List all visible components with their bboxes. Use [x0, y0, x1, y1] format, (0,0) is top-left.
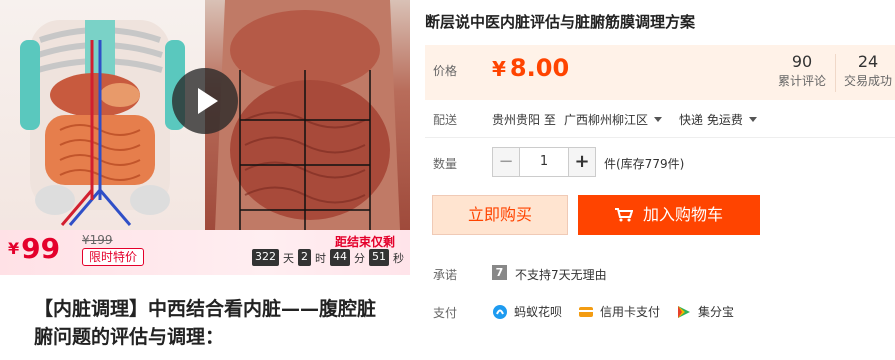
- price-label: 价格: [433, 64, 458, 78]
- countdown-minutes-unit: 分: [354, 251, 365, 265]
- countdown-seconds-unit: 秒: [393, 251, 404, 265]
- product-title: 断层说中医内脏评估与脏腑筋膜调理方案: [425, 13, 696, 31]
- reviews-count: 90: [791, 52, 813, 71]
- countdown-timer: 322 天 2 时 44 分 51 秒: [252, 249, 408, 266]
- shipping-method: 快递 免运费: [679, 113, 743, 127]
- description-line-1: 【内脏调理】中西结合看内脏——腹腔脏: [34, 298, 377, 320]
- shipping-label: 配送: [433, 113, 458, 127]
- chevron-down-icon: [654, 117, 663, 122]
- shipping-method-select[interactable]: 快递 免运费: [679, 111, 757, 128]
- price-value: ¥8.00: [492, 54, 570, 82]
- shipping-destination-select[interactable]: 广西柳州柳江区: [564, 111, 663, 128]
- reviews-label: 累计评论: [777, 74, 826, 88]
- reviews-stat[interactable]: 90 累计评论: [770, 52, 834, 90]
- product-image-torso: [205, 0, 410, 230]
- product-description: 【内脏调理】中西结合看内脏——腹腔脏 腑问题的评估与调理：: [34, 295, 394, 351]
- promo-price: ¥99: [8, 232, 61, 265]
- quantity-label: 数量: [433, 157, 458, 171]
- add-to-cart-label: 加入购物车: [642, 205, 723, 224]
- limited-offer-tag: 限时特价: [82, 248, 145, 266]
- quantity-increase-button[interactable]: +: [568, 147, 596, 177]
- jifenbao-icon: [678, 305, 690, 318]
- deals-label: 交易成功: [843, 74, 892, 88]
- shipping-from: 贵州贵阳 至: [492, 113, 556, 127]
- huabei-icon: [493, 304, 507, 319]
- quantity-stepper: − 1 +: [492, 147, 596, 177]
- payment-label: 支付: [433, 306, 458, 320]
- countdown-seconds: 51: [369, 249, 389, 266]
- promise-label: 承诺: [433, 268, 458, 282]
- countdown-days-unit: 天: [283, 251, 294, 265]
- cart-icon: [614, 208, 633, 222]
- countdown-title: 距结束仅剩: [335, 235, 396, 249]
- no-return-icon: 7: [492, 265, 507, 280]
- credit-card-icon: [579, 306, 593, 317]
- shipping-destination: 广西柳州柳江区: [564, 113, 649, 127]
- description-line-2: 腑问题的评估与调理：: [34, 326, 225, 348]
- deals-stat[interactable]: 24 交易成功: [840, 52, 895, 90]
- add-to-cart-button[interactable]: 加入购物车: [578, 195, 760, 235]
- payment-method-huabei: 蚂蚁花呗: [492, 303, 562, 320]
- quantity-input[interactable]: 1: [520, 147, 568, 177]
- countdown-hours: 2: [298, 249, 311, 266]
- countdown-hours-unit: 时: [315, 251, 326, 265]
- buy-now-button[interactable]: 立即购买: [432, 195, 568, 235]
- promise-text: 不支持7天无理由: [515, 268, 607, 282]
- play-icon[interactable]: [172, 68, 238, 134]
- countdown-days: 322: [252, 249, 279, 266]
- stat-divider: [835, 54, 836, 92]
- original-price: ¥199: [82, 233, 113, 247]
- countdown-minutes: 44: [330, 249, 350, 266]
- quantity-decrease-button[interactable]: −: [492, 147, 520, 177]
- stock-info: 件(库存779件): [604, 157, 685, 171]
- chevron-down-icon: [748, 117, 757, 122]
- divider: [425, 137, 895, 138]
- payment-method-jifenbao: 集分宝: [676, 303, 734, 320]
- deals-count: 24: [857, 52, 879, 71]
- payment-method-credit-card: 信用卡支付: [578, 303, 660, 320]
